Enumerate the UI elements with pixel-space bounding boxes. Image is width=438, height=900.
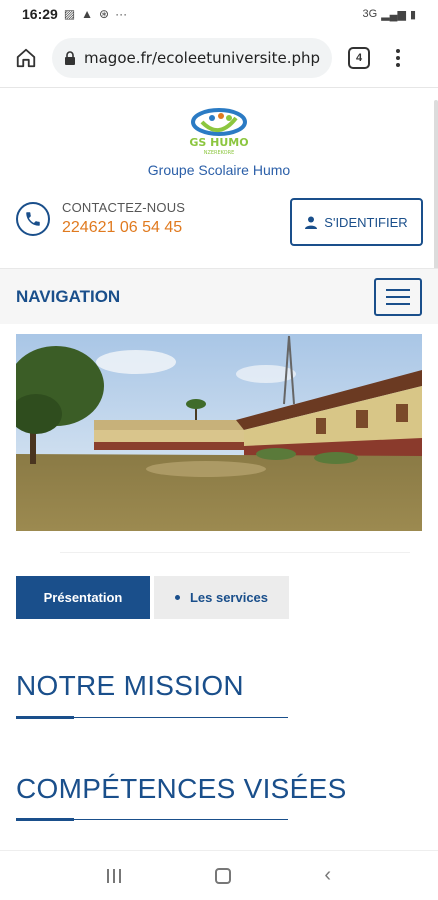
network-type: 3G [362,8,378,20]
recent-apps-button[interactable] [106,868,121,883]
competences-heading: COMPÉTENCES VISÉES [16,773,347,804]
status-time: 16:29 [22,6,58,22]
contact-label: CONTACTEZ-NOUS [62,200,186,215]
status-bar: 16:29 ▨ ▲ ⊛ ··· 3G ▂▄▆ ▮ [0,0,438,28]
address-bar[interactable]: magoe.fr/ecoleetuniversite.php [52,37,332,78]
home-icon [16,48,36,67]
vpn-icon: ⊛ [99,7,110,21]
signal-icon: ▂▄▆ [381,8,406,21]
system-navigation-bar: ‹ [0,850,438,900]
content-tabs: Présentation Les services [16,576,289,619]
user-icon [305,216,318,229]
navigation-bar: NAVIGATION [0,268,438,324]
divider [60,552,410,553]
bullet-icon [174,595,180,600]
warning-icon: ▲ [81,7,94,21]
school-photo [16,334,422,531]
login-label: S'IDENTIFIER [324,214,408,230]
phone-icon [16,201,50,236]
hamburger-icon [386,288,410,291]
tab-services-label: Les services [189,590,269,605]
login-button[interactable]: S'IDENTIFIER [290,198,423,246]
mission-underline-accent [16,716,74,719]
competences-underline-accent [16,818,74,821]
navigation-title: NAVIGATION [16,286,121,306]
back-button[interactable]: ‹ [324,864,331,887]
gallery-icon: ▨ [63,7,76,21]
page-content: GS HUMO NZEREKORE Groupe Scolaire Humo C… [0,88,438,850]
more-notifications: ··· [115,7,128,21]
mission-heading: NOTRE MISSION [16,670,244,701]
system-home-button[interactable] [214,867,231,884]
school-name: Groupe Scolaire Humo [147,162,291,178]
browser-menu-button[interactable] [388,48,408,67]
contact-phone-link[interactable]: 224621 06 54 45 [62,219,185,237]
url-text: magoe.fr/ecoleetuniversite.php [84,48,320,67]
logo-text: GS HUMO [189,136,248,149]
menu-toggle-button[interactable] [374,277,422,316]
contact-block[interactable]: CONTACTEZ-NOUS 224621 06 54 45 [16,200,185,237]
browser-toolbar: magoe.fr/ecoleetuniversite.php 4 [0,28,438,88]
home-button[interactable] [0,47,52,69]
tab-presentation[interactable]: Présentation [16,576,150,619]
battery-icon: ▮ [409,8,416,21]
lock-icon [65,50,75,65]
tab-services[interactable]: Les services [154,576,289,619]
tab-switcher-button[interactable]: 4 [348,46,370,69]
school-logo: GS HUMO NZEREKORE [189,108,249,156]
brand-header[interactable]: GS HUMO NZEREKORE Groupe Scolaire Humo [0,106,438,178]
logo-subtext: NZEREKORE [204,150,235,156]
